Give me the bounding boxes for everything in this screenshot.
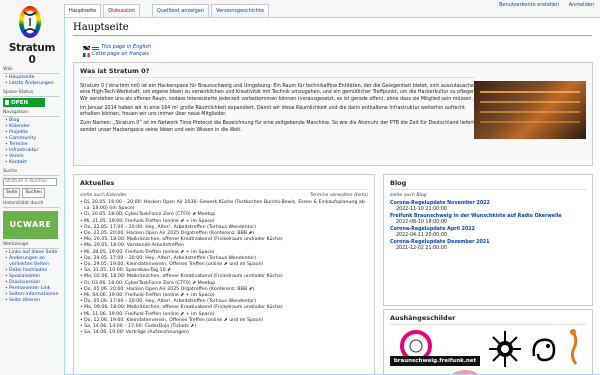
tool-cite[interactable]: Seite zitieren [5, 298, 62, 304]
sun-logo-icon [489, 331, 521, 367]
wiki-page: Stratum 0 Benutzerkonto erstellen Anmeld… [0, 0, 600, 375]
about-paragraph-1: Stratum 0 (ˈstraːtʊm nʊl) ist ein Hacker… [80, 84, 479, 102]
blog-entry: Corona-Regelupdate April 2022 2022-04-11 … [390, 227, 586, 239]
create-account-link[interactable]: Benutzerkonto erstellen [499, 2, 559, 8]
sidebar-item-kontakt[interactable]: Kontakt [5, 160, 62, 166]
figure-logo-icon [570, 329, 578, 365]
logo-text: Stratum 0 [8, 42, 56, 66]
blog-entry: Corona-Regelupdate Dezember 2021 2021-12-… [390, 240, 586, 252]
fr-flag-icon [83, 52, 90, 57]
go-button[interactable]: Seite [3, 188, 21, 198]
tab-diskussion[interactable]: Diskussion [103, 4, 140, 17]
aktuelles-heading: Aktuelles [80, 179, 368, 190]
sidebar-item-recent-changes[interactable]: Letzte Änderungen [5, 81, 62, 87]
page-title: Hauptseite [73, 22, 592, 36]
photo-light-strip [480, 91, 580, 93]
space-status-badge[interactable]: OPEN [3, 98, 45, 107]
event-item: Sa, 14.06. 19:00: Vorträge (Aufzeichnung… [80, 330, 368, 336]
search-input[interactable]: Stratum 0 durchsu [3, 178, 57, 186]
tab-history[interactable]: Versionsgeschichte [211, 4, 270, 17]
ucware-logo[interactable]: UCWARE [3, 211, 58, 239]
blog-list: Corona-Regelupdate November 2022 2022-11-… [390, 201, 586, 252]
tools-list: Links auf diese Seite Änderungen an verl… [5, 250, 62, 304]
us-flag-icon [92, 45, 99, 50]
search-button[interactable]: Suchen [22, 188, 46, 198]
photo-light-strip [480, 111, 580, 113]
about-box: Was ist Stratum 0? Stratum 0 (ˈstraːtʊm … [73, 62, 593, 166]
calendar-link[interactable]: siehe auch Kalender [80, 193, 127, 198]
aktuelles-subrow: siehe auch Kalender Termine verwalten (b… [80, 193, 368, 198]
english-link[interactable]: This page in English [101, 44, 151, 51]
blog-see-also[interactable]: siehe auch Blog [390, 193, 586, 198]
about-paragraph-2: Im Januar 2014 haben wir in eine 164 m² … [80, 105, 465, 118]
door-icon [5, 100, 9, 105]
blog-entry-date: 2022-04-11 20:00:00 [396, 233, 447, 238]
signs-strip: braunschweig.freifunk.net [390, 328, 586, 374]
personal-tools: Benutzerkonto erstellen Anmelden [491, 2, 594, 8]
signs-box: Aushängeschilder braunschweig.freifunk.n… [383, 309, 593, 374]
blog-heading: Blog [390, 179, 586, 190]
sidebar-head-tools: Werkzeuge [3, 242, 59, 249]
login-link[interactable]: Anmelden [569, 2, 594, 8]
sidebar-head-support: Unterstützt durch [3, 201, 59, 208]
sidebar-head-status: Space-Status [3, 90, 59, 97]
blog-entry-date: 2022-08-10 18:00:00 [396, 220, 447, 225]
blog-entry-date: 2021-12-02 21:00:00 [396, 246, 447, 251]
badge-sign [450, 370, 480, 374]
sidebar-head-navigation: Navigation [3, 110, 59, 117]
signs-heading: Aushängeschilder [390, 314, 586, 325]
blog-box: Blog siehe auch Blog Corona-Regelupdate … [383, 174, 593, 306]
sidebar-head-search: Suche [3, 169, 59, 176]
blog-entry-date: 2022-11-10 21:00:00 [396, 207, 447, 212]
page-tabs: Hauptseite Diskussion Quelltext anzeigen… [64, 4, 270, 17]
sidebar: Wiki Hauptseite Letzte Änderungen Space-… [0, 64, 62, 304]
wiki-list: Hauptseite Letzte Änderungen [5, 75, 62, 87]
tab-hauptseite[interactable]: Hauptseite [64, 4, 102, 17]
event-list: Di, 20.05. 16:00 – 20:00: Hacken Open Ai… [80, 200, 368, 337]
photo-light-strip [480, 101, 580, 103]
uk-flag-icon [83, 45, 90, 50]
freifunk-banner: braunschweig.freifunk.net [390, 356, 480, 366]
main-content: Hauptseite This page in English Cette pa… [64, 17, 600, 375]
about-paragraph-3: Zum Namen: „Stratum 0“ ist im Network Ti… [80, 121, 476, 133]
tool-related-changes[interactable]: Änderungen an verlinkten Seiten [5, 256, 62, 268]
photo-light-strip [480, 121, 580, 123]
about-heading: Was ist Stratum 0? [80, 67, 475, 78]
search-buttons: Seite Suchen [3, 188, 62, 198]
tab-view-source[interactable]: Quelltext anzeigen [151, 4, 209, 17]
about-text: Stratum 0 (ˈstraːtʊm nʊl) ist ein Hacker… [80, 84, 480, 134]
sidebar-head-wiki: Wiki [3, 67, 59, 74]
aktuelles-box: Aktuelles siehe auch Kalender Termine ve… [73, 174, 375, 374]
nav-list: Blog Kalender Projekte Community Termine… [5, 118, 62, 166]
stratum0-logo-icon [19, 6, 41, 38]
blog-entry: Freifunk Braunschweig in der Wunschkiste… [390, 214, 586, 226]
creature-logo-icon [532, 338, 556, 362]
event-item: Di, 20.05. 16:00 – 20:00: Hacken Open Ai… [80, 200, 368, 212]
space-photo [474, 81, 586, 139]
french-link[interactable]: Cette page en français [92, 51, 149, 58]
space-status-label: OPEN [11, 99, 29, 106]
language-links: This page in English Cette page en franç… [83, 44, 592, 58]
blog-entry: Corona-Regelupdate November 2022 2022-11-… [390, 201, 586, 213]
manage-events-link[interactable]: Termine verwalten (beta) [310, 193, 368, 198]
site-logo[interactable]: Stratum 0 [4, 4, 56, 66]
